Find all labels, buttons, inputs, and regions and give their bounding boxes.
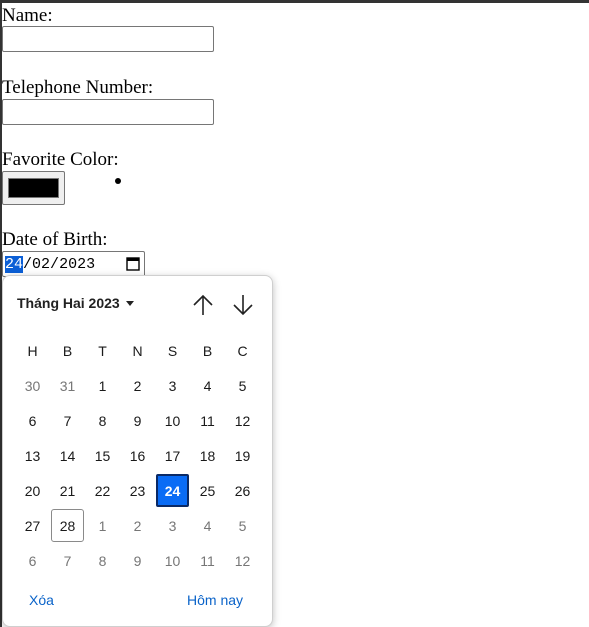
weekday-header: T bbox=[98, 342, 107, 359]
date-of-birth-input[interactable]: 24/02/2023 bbox=[2, 251, 145, 277]
calendar-day[interactable]: 5 bbox=[225, 508, 260, 543]
weekday-header: S bbox=[167, 342, 178, 359]
calendar-day[interactable]: 25 bbox=[190, 473, 225, 508]
calendar-day[interactable]: 30 bbox=[15, 368, 50, 403]
telephone-input[interactable] bbox=[2, 99, 214, 125]
calendar-day[interactable]: 7 bbox=[50, 543, 85, 578]
calendar-day[interactable]: 9 bbox=[120, 543, 155, 578]
color-swatch bbox=[8, 178, 59, 198]
weekday-header: B bbox=[62, 342, 73, 359]
arrow-down-icon bbox=[233, 295, 253, 316]
calendar-day[interactable]: 9 bbox=[120, 403, 155, 438]
weekday-header: N bbox=[132, 342, 143, 359]
favorite-color-label: Favorite Color: bbox=[2, 149, 119, 170]
calendar-day[interactable]: 8 bbox=[85, 543, 120, 578]
calendar-day[interactable]: 6 bbox=[15, 403, 50, 438]
calendar-day[interactable]: 8 bbox=[85, 403, 120, 438]
calendar-day[interactable]: 3 bbox=[155, 508, 190, 543]
calendar-day-today[interactable]: 28 bbox=[51, 509, 84, 542]
calendar-day[interactable]: 4 bbox=[190, 508, 225, 543]
calendar-day[interactable]: 1 bbox=[85, 508, 120, 543]
next-month-button[interactable] bbox=[230, 292, 256, 318]
calendar-day-selected[interactable]: 24 bbox=[156, 474, 189, 507]
calendar-day[interactable]: 15 bbox=[85, 438, 120, 473]
weekday-header: H bbox=[27, 342, 38, 359]
weekday-header: B bbox=[202, 342, 213, 359]
window-top-border bbox=[0, 0, 589, 3]
calendar-day[interactable]: 12 bbox=[225, 543, 260, 578]
calendar-day[interactable]: 6 bbox=[15, 543, 50, 578]
caret-down-icon bbox=[125, 300, 134, 306]
calendar-day[interactable]: 2 bbox=[120, 508, 155, 543]
bullet-dot bbox=[115, 178, 121, 184]
calendar-day[interactable]: 26 bbox=[225, 473, 260, 508]
calendar-day[interactable]: 21 bbox=[50, 473, 85, 508]
calendar-day[interactable]: 5 bbox=[225, 368, 260, 403]
calendar-day[interactable]: 12 bbox=[225, 403, 260, 438]
arrow-up-icon bbox=[193, 294, 213, 315]
previous-month-button[interactable] bbox=[190, 292, 216, 318]
calendar-day[interactable]: 10 bbox=[155, 403, 190, 438]
calendar-day[interactable]: 7 bbox=[50, 403, 85, 438]
clear-button[interactable]: Xóa bbox=[29, 592, 54, 608]
date-day-segment[interactable]: 24 bbox=[5, 255, 24, 273]
calendar-day[interactable]: 17 bbox=[155, 438, 190, 473]
calendar-day[interactable]: 19 bbox=[225, 438, 260, 473]
calendar-day[interactable]: 27 bbox=[15, 508, 50, 543]
calendar-day[interactable]: 4 bbox=[190, 368, 225, 403]
date-year-segment[interactable]: 2023 bbox=[59, 256, 95, 273]
calendar-day[interactable]: 16 bbox=[120, 438, 155, 473]
date-of-birth-label: Date of Birth: bbox=[2, 229, 108, 250]
weekday-header: C bbox=[237, 342, 248, 359]
name-input[interactable] bbox=[2, 26, 214, 52]
date-separator: / bbox=[50, 255, 60, 273]
calendar-day[interactable]: 22 bbox=[85, 473, 120, 508]
calendar-day[interactable]: 10 bbox=[155, 543, 190, 578]
calendar-day[interactable]: 1 bbox=[85, 368, 120, 403]
date-month-segment[interactable]: 02 bbox=[32, 256, 50, 273]
date-separator: / bbox=[23, 255, 33, 273]
calendar-day[interactable]: 2 bbox=[120, 368, 155, 403]
date-picker-popup: Tháng Hai 2023 H B T N S B C 30 31 1 2 3 4 5 6 7 8 9 10 11 1… bbox=[2, 275, 273, 627]
month-year-selector[interactable]: Tháng Hai 2023 bbox=[17, 295, 134, 311]
calendar-grid: H B T N S B C 30 31 1 2 3 4 5 6 7 8 9 10 11 12 13 14 15 16 17 18 19… bbox=[15, 333, 260, 578]
month-year-label: Tháng Hai 2023 bbox=[17, 295, 120, 311]
calendar-day[interactable]: 11 bbox=[190, 543, 225, 578]
calendar-day[interactable]: 13 bbox=[15, 438, 50, 473]
telephone-label: Telephone Number: bbox=[2, 77, 154, 98]
calendar-day[interactable]: 18 bbox=[190, 438, 225, 473]
calendar-day[interactable]: 20 bbox=[15, 473, 50, 508]
calendar-icon[interactable] bbox=[126, 256, 140, 271]
calendar-day[interactable]: 11 bbox=[190, 403, 225, 438]
calendar-day[interactable]: 31 bbox=[50, 368, 85, 403]
calendar-day[interactable]: 14 bbox=[50, 438, 85, 473]
calendar-day[interactable]: 3 bbox=[155, 368, 190, 403]
today-button[interactable]: Hôm nay bbox=[187, 592, 243, 608]
favorite-color-picker[interactable] bbox=[2, 171, 65, 205]
name-label: Name: bbox=[2, 5, 53, 26]
calendar-day[interactable]: 23 bbox=[120, 473, 155, 508]
